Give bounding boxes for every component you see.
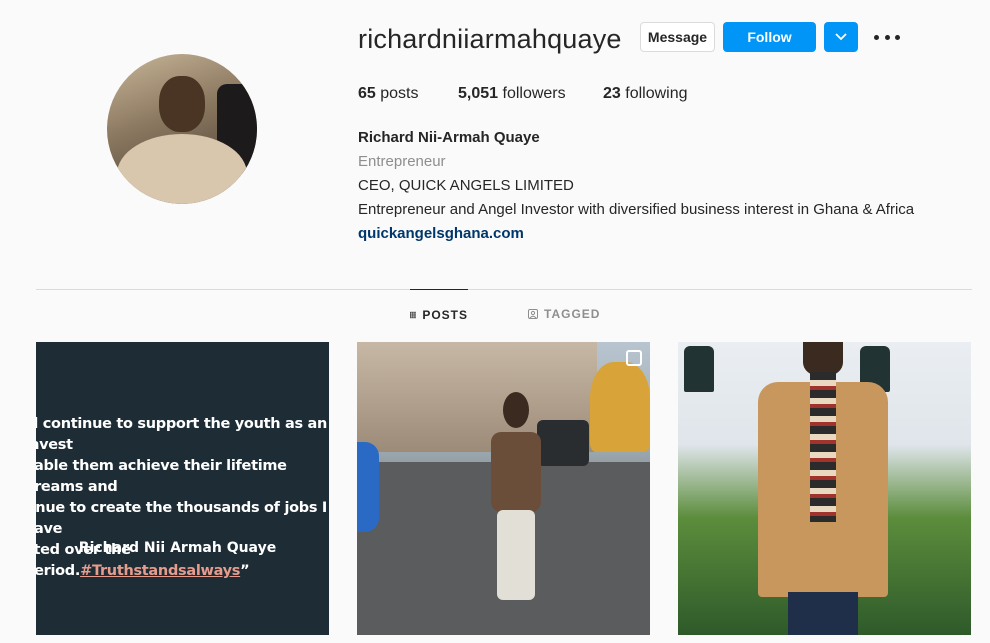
bio-line-2: Entrepreneur and Angel Investor with div…: [358, 201, 915, 218]
tag-user-icon: [528, 309, 538, 319]
profile-username: richardniiarmahquaye: [358, 24, 622, 54]
quote-text: ill continue to support the youth as an …: [36, 414, 329, 582]
posts-count: 65: [358, 85, 376, 102]
posts-label: posts: [380, 85, 419, 102]
avatar-shoulders: [117, 134, 247, 204]
suggested-dropdown-button[interactable]: [824, 22, 858, 52]
following-label: following: [625, 85, 688, 102]
followers-label: followers: [502, 85, 566, 102]
photo-lamp-left: [684, 346, 714, 392]
post-thumbnail-coat[interactable]: [678, 342, 971, 635]
avatar-head: [159, 76, 205, 132]
more-options-button[interactable]: [874, 26, 900, 48]
message-button[interactable]: Message: [640, 22, 715, 52]
following-stat[interactable]: 23 following: [603, 85, 688, 103]
tab-posts[interactable]: POSTS: [410, 289, 468, 340]
chevron-down-icon: [835, 33, 847, 41]
profile-website-link[interactable]: quickangelsghana.com: [358, 225, 524, 242]
multiple-posts-icon: [626, 350, 642, 366]
profile-avatar[interactable]: [107, 54, 257, 204]
following-count: 23: [603, 85, 621, 102]
tabs-divider: [36, 289, 972, 290]
profile-category: Entrepreneur: [358, 153, 446, 170]
tab-tagged[interactable]: TAGGED: [528, 289, 600, 339]
followers-count: 5,051: [458, 85, 499, 102]
quote-line-2: nable them achieve their lifetime dreams…: [36, 458, 287, 495]
tab-tagged-label: TAGGED: [544, 307, 601, 321]
quote-hashtag: #Truthstandsalways: [80, 563, 241, 579]
quote-signature: Richard Nii Armah Quaye: [78, 540, 277, 556]
bio-line-1: CEO, QUICK ANGELS LIMITED: [358, 177, 574, 194]
grid-icon: [410, 311, 417, 319]
post-thumbnail-quote[interactable]: ill continue to support the youth as an …: [36, 342, 329, 635]
quote-line-1: ill continue to support the youth as an …: [36, 416, 328, 453]
profile-full-name: Richard Nii-Armah Quaye: [358, 129, 540, 146]
post-thumbnail-street[interactable]: [357, 342, 650, 635]
quote-line-3: tinue to create the thousands of jobs I …: [36, 500, 328, 537]
followers-stat[interactable]: 5,051 followers: [458, 85, 566, 103]
photo-tree: [590, 362, 650, 452]
photo-person: [485, 392, 545, 602]
tab-posts-label: POSTS: [422, 308, 468, 322]
more-horizontal-icon: [874, 34, 879, 40]
posts-stat: 65 posts: [358, 85, 419, 103]
photo-person-coat: [758, 342, 888, 635]
quote-line-4-suffix: ”: [240, 563, 250, 579]
follow-button[interactable]: Follow: [723, 22, 816, 52]
photo-blue-car: [357, 442, 379, 532]
